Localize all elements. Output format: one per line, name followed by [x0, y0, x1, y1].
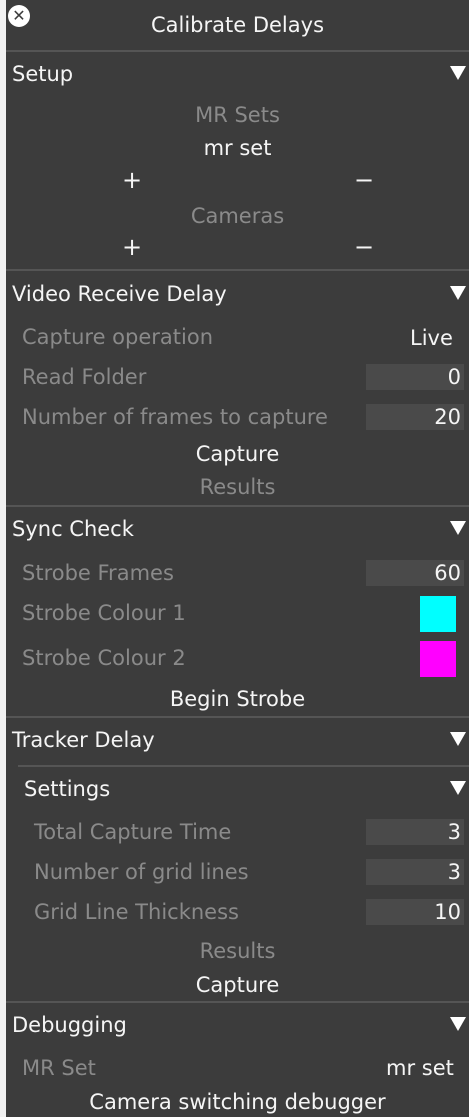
- add-mr-set-button[interactable]: +: [122, 168, 142, 192]
- collapse-triangle-icon[interactable]: [450, 286, 466, 300]
- section-header-tracker-delay[interactable]: Tracker Delay: [12, 730, 155, 751]
- collapse-triangle-icon[interactable]: [450, 732, 466, 746]
- remove-mr-set-button[interactable]: −: [354, 168, 374, 192]
- strobe-frames-field[interactable]: 60: [366, 560, 464, 586]
- collapse-triangle-icon[interactable]: [450, 781, 466, 795]
- strobe-colour-2-swatch[interactable]: [420, 641, 456, 677]
- collapse-triangle-icon[interactable]: [450, 66, 466, 80]
- subsection-header-settings[interactable]: Settings: [24, 779, 110, 800]
- add-camera-button[interactable]: +: [122, 235, 142, 259]
- divider: [6, 716, 469, 718]
- grid-line-thickness-field[interactable]: 10: [366, 899, 464, 925]
- strobe-colour-2-label: Strobe Colour 2: [22, 646, 186, 670]
- section-header-sync-check[interactable]: Sync Check: [12, 519, 134, 540]
- read-folder-label: Read Folder: [22, 365, 147, 389]
- total-capture-time-field[interactable]: 3: [366, 819, 464, 845]
- strobe-colour-1-swatch[interactable]: [420, 596, 456, 632]
- video-results-label: Results: [199, 475, 276, 499]
- frames-to-capture-field[interactable]: 20: [366, 404, 464, 430]
- divider: [18, 765, 469, 767]
- strobe-frames-label: Strobe Frames: [22, 561, 174, 585]
- capture-operation-dropdown[interactable]: Live: [410, 328, 453, 349]
- begin-strobe-button[interactable]: Begin Strobe: [6, 689, 469, 710]
- divider: [6, 1001, 469, 1003]
- read-folder-field[interactable]: 0: [366, 364, 464, 390]
- section-header-debugging[interactable]: Debugging: [12, 1015, 127, 1036]
- tracker-capture-button[interactable]: Capture: [6, 975, 469, 996]
- grid-lines-field[interactable]: 3: [366, 859, 464, 885]
- tracker-results-label: Results: [199, 939, 276, 963]
- divider: [6, 505, 469, 507]
- grid-lines-label: Number of grid lines: [34, 860, 249, 884]
- frames-to-capture-label: Number of frames to capture: [22, 405, 328, 429]
- section-header-setup[interactable]: Setup: [12, 64, 73, 85]
- remove-camera-button[interactable]: −: [354, 235, 374, 259]
- mr-set-list-item[interactable]: mr set: [6, 138, 469, 159]
- cameras-label: Cameras: [190, 204, 285, 228]
- video-capture-button[interactable]: Capture: [6, 444, 469, 465]
- window-title: Calibrate Delays: [150, 13, 325, 37]
- total-capture-time-label: Total Capture Time: [34, 820, 232, 844]
- divider: [6, 50, 469, 52]
- grid-line-thickness-label: Grid Line Thickness: [34, 900, 239, 924]
- section-header-video-receive-delay[interactable]: Video Receive Delay: [12, 284, 227, 305]
- capture-operation-label: Capture operation: [22, 325, 213, 349]
- strobe-colour-1-label: Strobe Colour 1: [22, 601, 186, 625]
- calibrate-delays-panel: ✕ Calibrate Delays Setup MR Sets mr set …: [6, 0, 469, 1117]
- collapse-triangle-icon[interactable]: [450, 521, 466, 535]
- mr-set-label: MR Set: [22, 1056, 96, 1080]
- mr-set-dropdown[interactable]: mr set: [386, 1058, 454, 1079]
- divider: [6, 269, 469, 271]
- mr-sets-label: MR Sets: [195, 103, 280, 127]
- collapse-triangle-icon[interactable]: [450, 1017, 466, 1031]
- camera-switching-debugger-button[interactable]: Camera switching debugger: [6, 1092, 469, 1113]
